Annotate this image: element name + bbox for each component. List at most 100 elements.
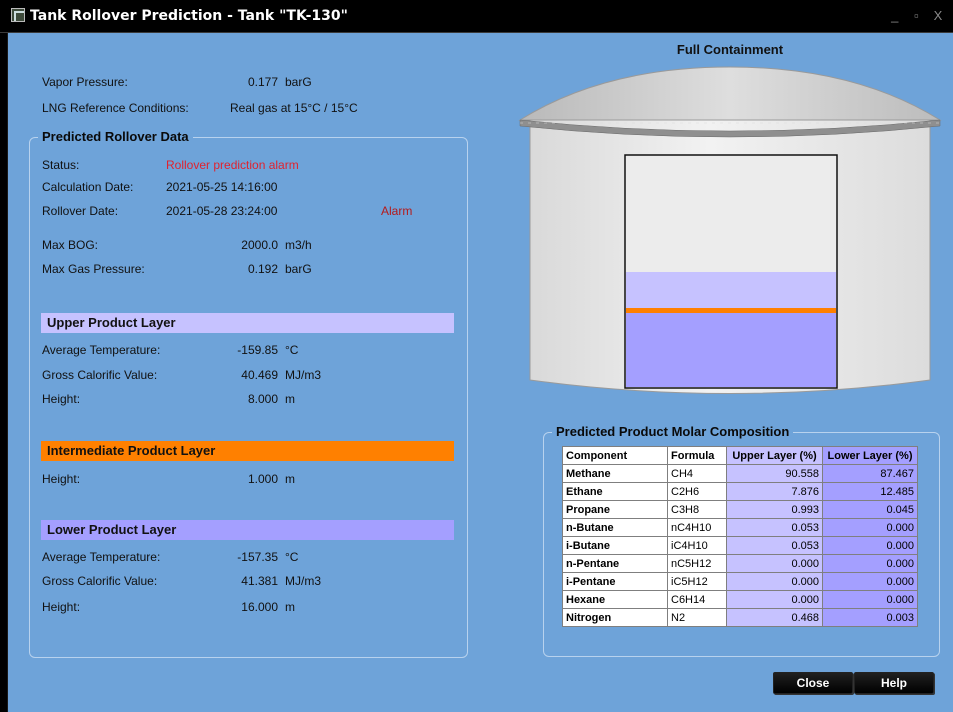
- col-header-component: Component: [562, 446, 668, 465]
- upper-layer-header: Upper Product Layer: [41, 313, 454, 333]
- upper-avg-temp-value: -159.85: [237, 343, 278, 357]
- lower-gcv-value: 41.381: [241, 574, 278, 588]
- intermediate-layer-header: Intermediate Product Layer: [41, 441, 454, 461]
- maximize-icon[interactable]: ▫: [907, 8, 925, 23]
- component-formula: C3H8: [667, 500, 727, 519]
- upper-layer-percent: 90.558: [726, 464, 823, 483]
- window-title: Tank Rollover Prediction - Tank "TK-130": [30, 8, 348, 24]
- lower-layer-fill: [626, 313, 836, 387]
- intermediate-height-value: 1.000: [247, 472, 278, 486]
- upper-avg-temp-unit: °C: [285, 343, 299, 357]
- component-formula: N2: [667, 608, 727, 627]
- lower-layer-percent: 87.467: [822, 464, 918, 483]
- tank-type-title: Full Containment: [676, 42, 784, 57]
- lng-reference-label: LNG Reference Conditions:: [42, 101, 189, 115]
- lower-gcv-label: Gross Calorific Value:: [42, 574, 158, 588]
- max-gas-pressure-unit: barG: [285, 262, 312, 276]
- upper-gcv-label: Gross Calorific Value:: [42, 368, 158, 382]
- lower-gcv-unit: MJ/m3: [285, 574, 321, 588]
- component-formula: C6H14: [667, 590, 727, 609]
- rollover-date-value: 2021-05-28 23:24:00: [166, 204, 278, 218]
- table-row: Hexane C6H14 0.000 0.000: [562, 590, 918, 609]
- upper-layer-percent: 0.993: [726, 500, 823, 519]
- lower-height-unit: m: [285, 600, 295, 614]
- rollover-window: Tank Rollover Prediction - Tank "TK-130"…: [0, 0, 953, 712]
- table-row: Methane CH4 90.558 87.467: [562, 464, 918, 483]
- col-header-upper-layer: Upper Layer (%): [726, 446, 823, 465]
- lower-layer-header: Lower Product Layer: [41, 520, 454, 540]
- vapor-pressure-value: 0.177: [247, 75, 278, 89]
- lower-avg-temp-value: -157.35: [237, 550, 278, 564]
- intermediate-height-label: Height:: [42, 472, 81, 486]
- component-name: Hexane: [562, 590, 668, 609]
- col-header-formula: Formula: [667, 446, 727, 465]
- upper-layer-percent: 0.000: [726, 572, 823, 591]
- app-icon: [11, 8, 25, 22]
- component-name: Methane: [562, 464, 668, 483]
- status-label: Status:: [42, 158, 80, 172]
- upper-gcv-unit: MJ/m3: [285, 368, 321, 382]
- lower-layer-percent: 0.000: [822, 518, 918, 537]
- lng-reference-value: Real gas at 15°C / 15°C: [230, 101, 358, 115]
- lower-layer-percent: 12.485: [822, 482, 918, 501]
- max-bog-value: 2000.0: [241, 238, 278, 252]
- component-formula: iC4H10: [667, 536, 727, 555]
- composition-header-row: Component Formula Upper Layer (%) Lower …: [562, 446, 918, 465]
- component-name: Propane: [562, 500, 668, 519]
- window-controls: _ ▫ X: [886, 8, 947, 23]
- upper-layer-fill: [626, 272, 836, 309]
- lower-height-label: Height:: [42, 600, 81, 614]
- lower-layer-percent: 0.000: [822, 536, 918, 555]
- composition-table: Component Formula Upper Layer (%) Lower …: [562, 446, 918, 627]
- component-name: Ethane: [562, 482, 668, 501]
- component-name: Nitrogen: [562, 608, 668, 627]
- upper-gcv-value: 40.469: [241, 368, 278, 382]
- lower-layer-percent: 0.000: [822, 572, 918, 591]
- max-bog-unit: m3/h: [285, 238, 312, 252]
- vapor-pressure-label: Vapor Pressure:: [42, 75, 128, 89]
- composition-group-title: Predicted Product Molar Composition: [552, 424, 794, 439]
- component-name: i-Butane: [562, 536, 668, 555]
- component-formula: iC5H12: [667, 572, 727, 591]
- upper-layer-percent: 0.000: [726, 554, 823, 573]
- table-row: i-Pentane iC5H12 0.000 0.000: [562, 572, 918, 591]
- upper-layer-percent: 0.053: [726, 536, 823, 555]
- calculation-date-label: Calculation Date:: [42, 180, 134, 194]
- alarm-indicator: Alarm: [381, 204, 413, 218]
- lower-layer-percent: 0.003: [822, 608, 918, 627]
- lower-height-value: 16.000: [241, 600, 278, 614]
- calculation-date-value: 2021-05-25 14:16:00: [166, 180, 278, 194]
- client-border: [7, 33, 8, 712]
- table-row: n-Pentane nC5H12 0.000 0.000: [562, 554, 918, 573]
- component-formula: nC5H12: [667, 554, 727, 573]
- tank-diagram: [518, 66, 942, 394]
- table-row: Ethane C2H6 7.876 12.485: [562, 482, 918, 501]
- col-header-lower-layer: Lower Layer (%): [822, 446, 918, 465]
- status-value: Rollover prediction alarm: [166, 158, 299, 172]
- component-formula: nC4H10: [667, 518, 727, 537]
- upper-height-unit: m: [285, 392, 295, 406]
- help-button[interactable]: Help: [854, 672, 934, 694]
- close-button[interactable]: Close: [773, 672, 853, 694]
- component-name: n-Pentane: [562, 554, 668, 573]
- rollover-date-label: Rollover Date:: [42, 204, 119, 218]
- intermediate-height-unit: m: [285, 472, 295, 486]
- table-row: Propane C3H8 0.993 0.045: [562, 500, 918, 519]
- component-name: i-Pentane: [562, 572, 668, 591]
- upper-layer-percent: 0.053: [726, 518, 823, 537]
- title-bar[interactable]: Tank Rollover Prediction - Tank "TK-130"…: [0, 0, 953, 33]
- component-name: n-Butane: [562, 518, 668, 537]
- upper-layer-percent: 0.468: [726, 608, 823, 627]
- table-row: Nitrogen N2 0.468 0.003: [562, 608, 918, 627]
- max-gas-pressure-label: Max Gas Pressure:: [42, 262, 145, 276]
- close-icon[interactable]: X: [929, 8, 947, 23]
- upper-layer-percent: 7.876: [726, 482, 823, 501]
- tank-roof: [518, 66, 942, 121]
- component-formula: CH4: [667, 464, 727, 483]
- lower-layer-percent: 0.000: [822, 554, 918, 573]
- table-row: i-Butane iC4H10 0.053 0.000: [562, 536, 918, 555]
- minimize-icon[interactable]: _: [886, 8, 904, 23]
- upper-height-label: Height:: [42, 392, 81, 406]
- lower-layer-percent: 0.000: [822, 590, 918, 609]
- lower-avg-temp-label: Average Temperature:: [42, 550, 161, 564]
